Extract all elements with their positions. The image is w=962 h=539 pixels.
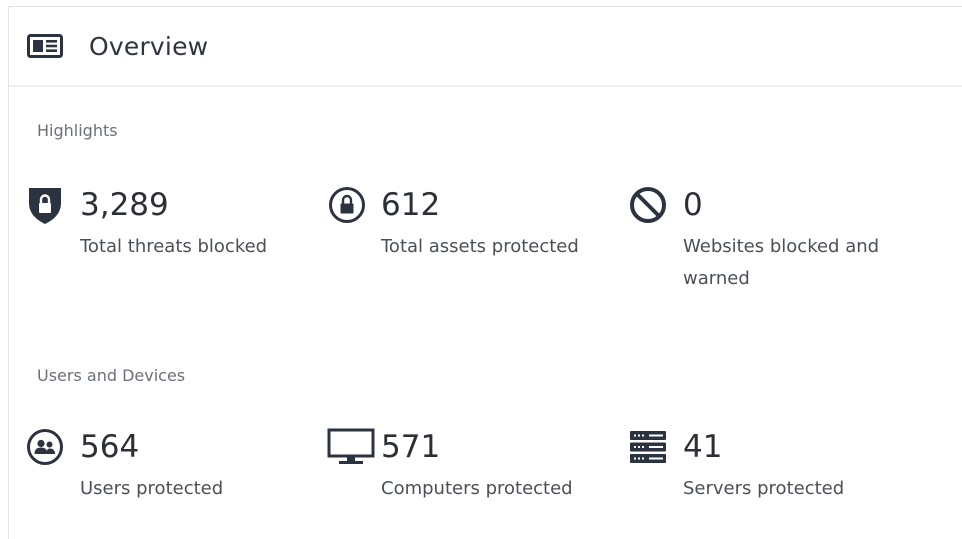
- server-icon: [628, 427, 668, 467]
- blocked-icon: [628, 185, 668, 225]
- stat-value: 564: [80, 429, 140, 465]
- circle-lock-icon: [327, 185, 367, 225]
- stat-value: 3,289: [80, 187, 169, 223]
- stat-label: Servers protected: [683, 478, 845, 499]
- stat-label: Computers protected: [381, 478, 573, 499]
- highlights-label: Highlights: [37, 121, 118, 140]
- overview-panel: Overview Highlights 3,289 Total threats …: [8, 6, 962, 539]
- overview-card-icon: [27, 34, 63, 58]
- stat-label: Users protected: [80, 478, 224, 499]
- users-icon: [25, 427, 65, 467]
- panel-header: Overview: [9, 7, 962, 87]
- stat-label: Total assets protected: [381, 236, 579, 257]
- shield-lock-icon: [25, 185, 65, 225]
- stat-value: 41: [683, 429, 723, 465]
- stat-value: 571: [381, 429, 441, 465]
- users-devices-label: Users and Devices: [37, 366, 186, 385]
- stat-value: 0: [683, 187, 703, 223]
- stat-value: 612: [381, 187, 441, 223]
- monitor-icon: [327, 427, 375, 467]
- stat-label: Websites blocked and warned: [683, 236, 880, 289]
- page-title: Overview: [89, 31, 209, 61]
- stat-label: Total threats blocked: [80, 236, 268, 257]
